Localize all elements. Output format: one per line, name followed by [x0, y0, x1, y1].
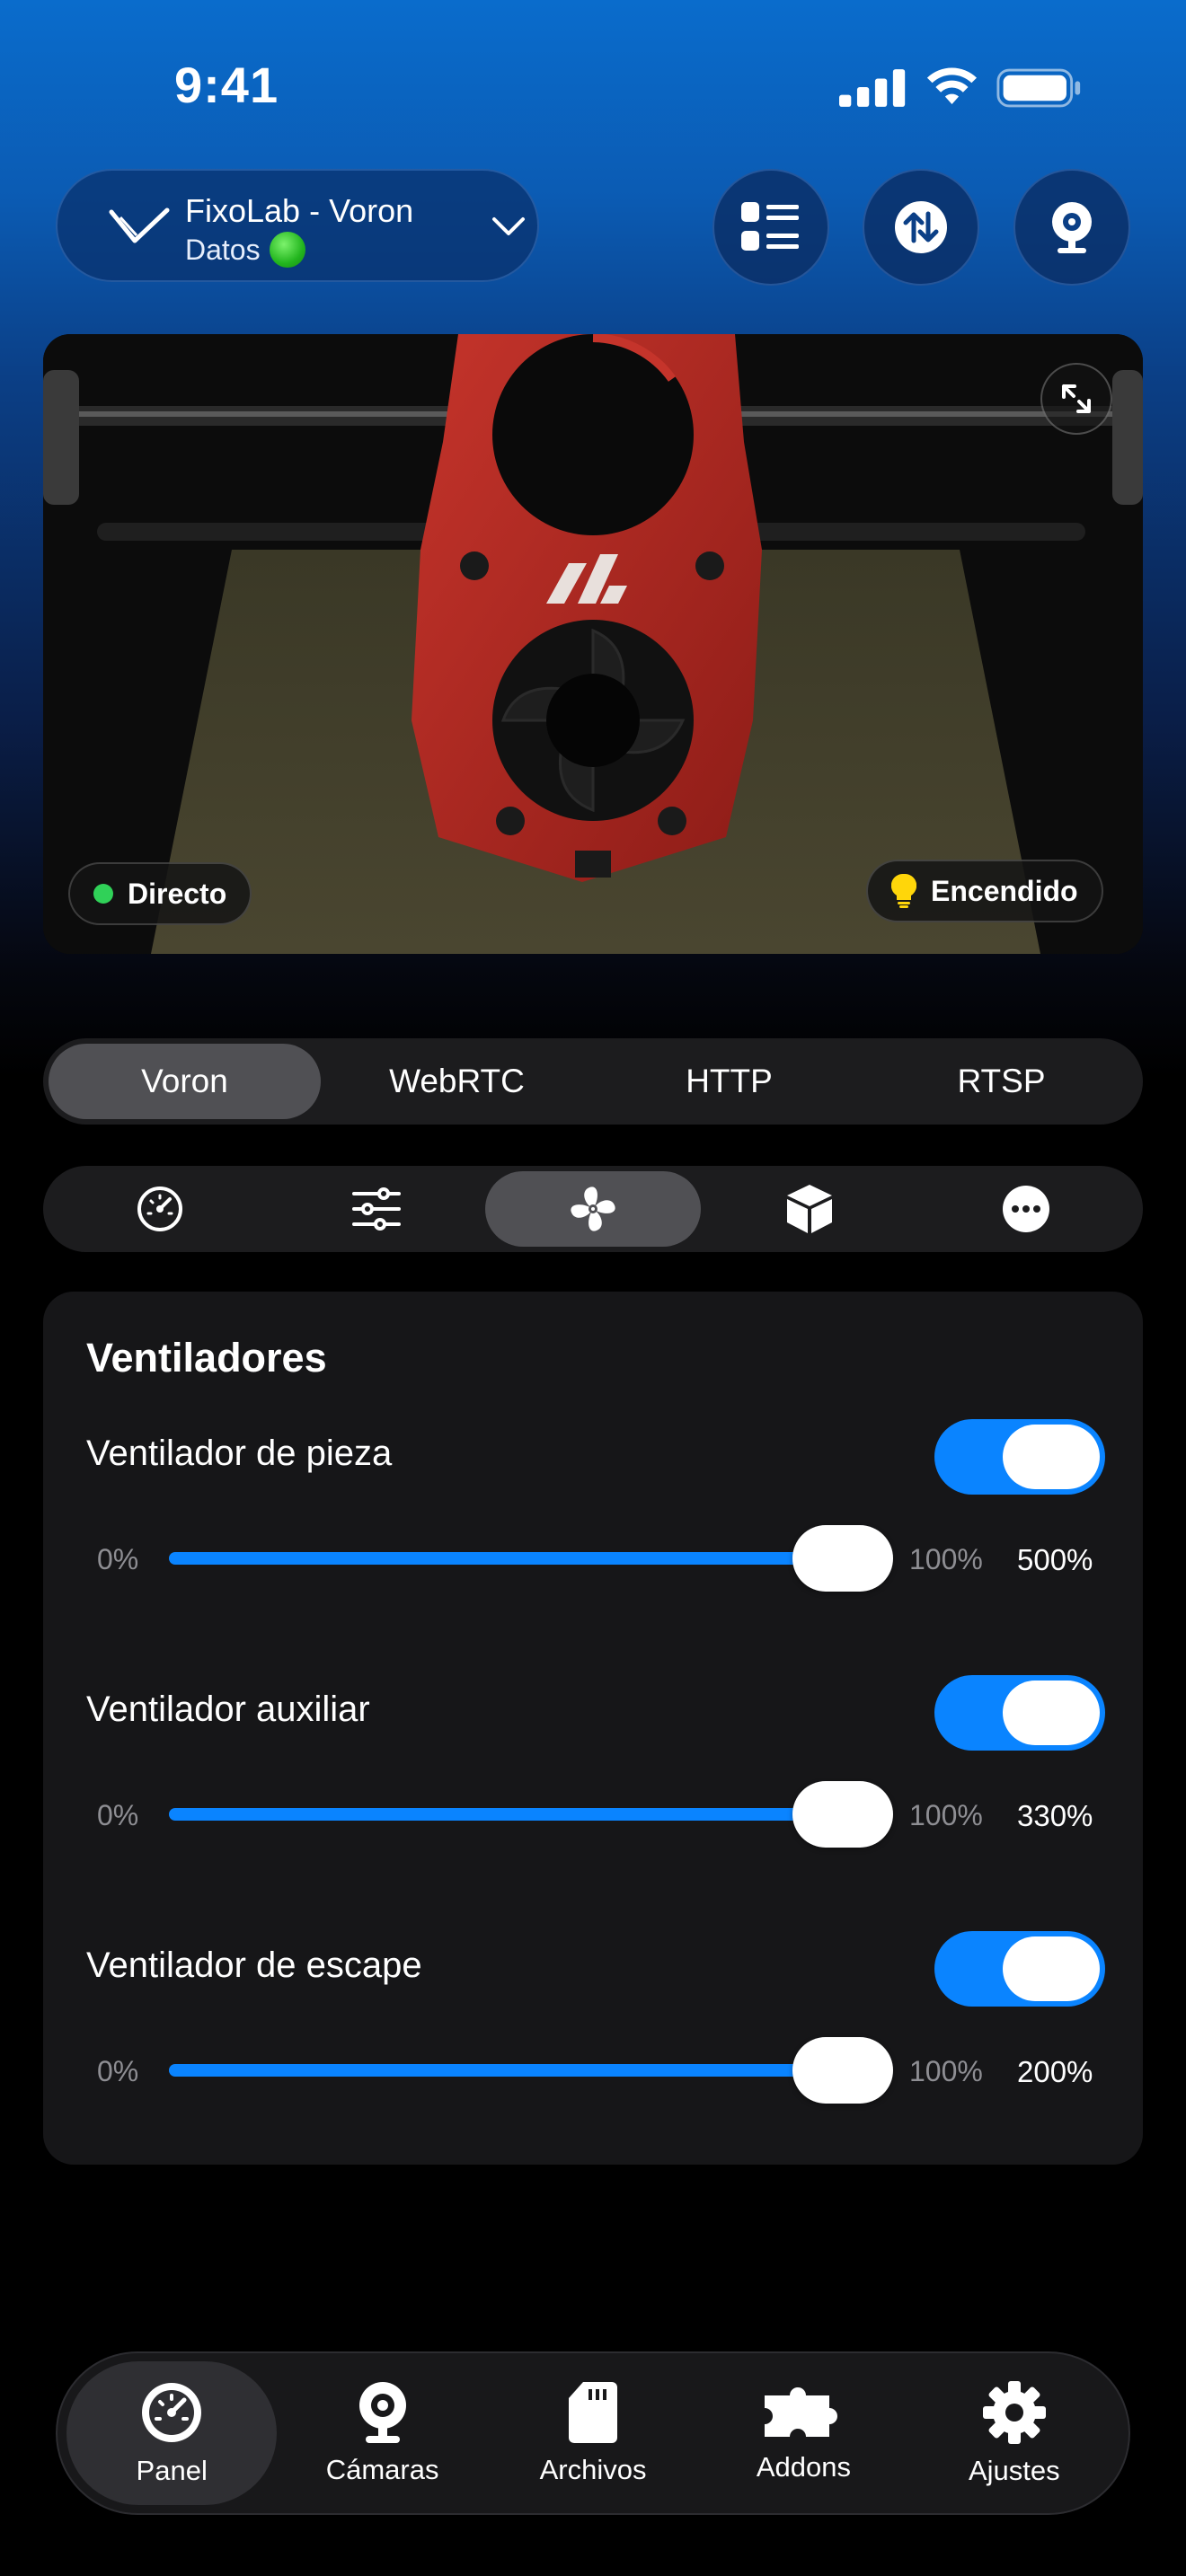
cellular-signal-icon	[839, 69, 906, 107]
printer-status: Datos	[185, 232, 305, 268]
toggle-knob	[1003, 1936, 1100, 2001]
slider-min-label: 0%	[97, 1799, 139, 1831]
fan-slider-track[interactable]	[169, 2064, 888, 2077]
tab-voron[interactable]: Voron	[49, 1044, 321, 1119]
online-status-dot	[269, 232, 305, 268]
sd-card-icon	[569, 2382, 618, 2443]
camera-icon	[358, 2382, 406, 2443]
tabbar-item-cameras[interactable]: Cámaras	[277, 2361, 487, 2505]
gear-icon	[982, 2381, 1046, 2444]
light-label: Encendido	[931, 874, 1078, 907]
more-icon	[1002, 1186, 1049, 1232]
fans-title: Ventiladores	[86, 1335, 327, 1381]
fan-slider-thumb[interactable]	[792, 2037, 893, 2104]
toggle-knob	[1003, 1681, 1100, 1745]
voron-logo-icon	[109, 207, 170, 243]
sliders-icon	[352, 1187, 402, 1231]
webcam-button[interactable]	[1013, 169, 1130, 286]
printer-name: FixoLab - Voron	[185, 192, 414, 229]
expand-icon	[1062, 384, 1091, 413]
stream-tabs: Voron WebRTC HTTP RTSP	[43, 1038, 1143, 1125]
wifi-icon	[926, 67, 978, 105]
tabbar-item-panel[interactable]: Panel	[66, 2361, 278, 2505]
live-label: Directo	[128, 877, 227, 910]
fan-slider-thumb[interactable]	[792, 1525, 893, 1592]
live-badge: Directo	[68, 862, 252, 925]
status-time: 9:41	[174, 57, 279, 113]
fan-toggle[interactable]	[934, 1931, 1105, 2007]
box-icon	[786, 1185, 832, 1233]
slider-max-label: 100%	[909, 1799, 983, 1831]
fan-icon	[571, 1187, 615, 1231]
tab-http[interactable]: HTTP	[593, 1044, 865, 1119]
fan-slider-thumb[interactable]	[792, 1781, 893, 1848]
fullscreen-button[interactable]	[1040, 363, 1112, 435]
section-tabs	[43, 1166, 1143, 1252]
bottom-tab-bar: Panel Cámaras Archivos Addons Ajustes	[56, 2351, 1130, 2515]
slider-max-label: 100%	[909, 2055, 983, 2087]
camera-feed[interactable]: Directo Encendido	[43, 334, 1143, 954]
dashboard-icon	[142, 2383, 202, 2442]
transfer-button[interactable]	[863, 169, 979, 286]
fans-card: Ventiladores Ventilador de pieza 0% 100%…	[43, 1292, 1143, 2165]
fan-label: Ventilador de pieza	[86, 1434, 393, 1473]
list-icon	[741, 202, 799, 251]
fan-label: Ventilador de escape	[86, 1945, 422, 1985]
live-dot-icon	[93, 884, 113, 904]
tabbar-label: Archivos	[539, 2454, 647, 2485]
tab-controls[interactable]	[269, 1171, 485, 1247]
tabbar-item-addons[interactable]: Addons	[698, 2361, 908, 2505]
slider-max-label: 100%	[909, 1543, 983, 1575]
tab-fans[interactable]	[484, 1171, 702, 1247]
tabbar-item-files[interactable]: Archivos	[488, 2361, 698, 2505]
slider-min-label: 0%	[97, 1543, 139, 1575]
webcam-icon	[1052, 202, 1092, 253]
tab-extruder[interactable]	[701, 1171, 917, 1247]
chevron-down-icon	[492, 217, 525, 235]
fan-slider-track[interactable]	[169, 1552, 888, 1565]
fan-slider-track[interactable]	[169, 1808, 888, 1821]
tabbar-label: Cámaras	[325, 2454, 439, 2485]
tabbar-label: Addons	[756, 2451, 851, 2483]
lightbulb-icon	[891, 873, 916, 908]
fan-speed-value: 330%	[1017, 1799, 1093, 1832]
tab-rtsp[interactable]: RTSP	[865, 1044, 1137, 1119]
fan-label: Ventilador auxiliar	[86, 1689, 370, 1729]
tab-webrtc[interactable]: WebRTC	[321, 1044, 593, 1119]
fan-toggle[interactable]	[934, 1419, 1105, 1495]
tab-dashboard[interactable]	[52, 1171, 269, 1247]
toggle-knob	[1003, 1425, 1100, 1489]
tabbar-label: Ajustes	[968, 2455, 1060, 2486]
gauge-icon	[137, 1187, 183, 1231]
tabbar-label: Panel	[136, 2455, 208, 2486]
printer-status-label: Datos	[185, 233, 261, 266]
status-icons	[839, 63, 1082, 113]
light-toggle-button[interactable]: Encendido	[866, 860, 1103, 922]
fan-toggle[interactable]	[934, 1675, 1105, 1751]
list-button[interactable]	[712, 169, 829, 286]
fan-speed-value: 500%	[1017, 1543, 1093, 1576]
transfer-icon	[895, 201, 947, 253]
puzzle-icon	[765, 2387, 838, 2437]
slider-min-label: 0%	[97, 2055, 139, 2087]
fan-speed-value: 200%	[1017, 2055, 1093, 2088]
tabbar-item-settings[interactable]: Ajustes	[909, 2361, 1120, 2505]
tab-more[interactable]	[917, 1171, 1134, 1247]
battery-icon	[996, 68, 1081, 108]
printer-selector[interactable]: FixoLab - Voron Datos	[56, 169, 539, 282]
